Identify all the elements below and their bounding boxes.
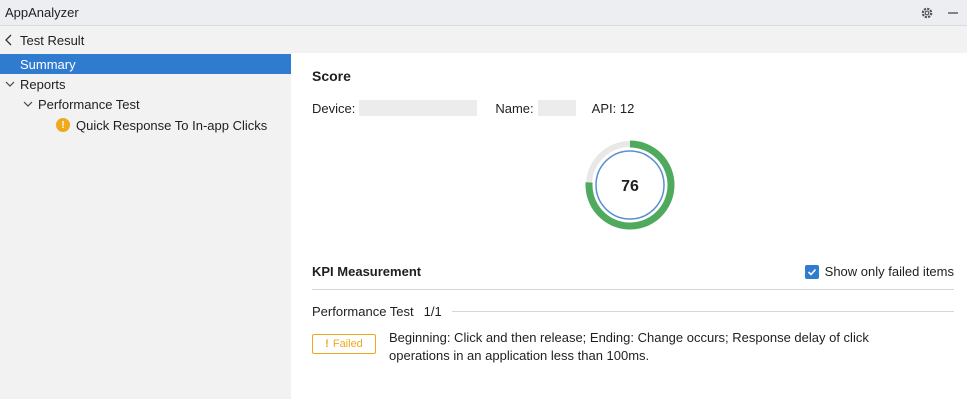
device-info-row: Device: Name: API: 12: [312, 100, 634, 116]
kpi-title: KPI Measurement: [312, 264, 422, 279]
main-panel: Score Device: Name: API: 12 76 KPI Measu…: [291, 53, 967, 399]
status-badge: ! Failed: [312, 334, 376, 354]
sidebar: Summary Reports Performance Test ! Quick…: [0, 53, 291, 399]
kpi-description: Beginning: Click and then release; Endin…: [389, 330, 869, 363]
api-label: API: 12: [591, 100, 635, 116]
back-button[interactable]: Test Result: [4, 33, 84, 48]
app-title: AppAnalyzer: [5, 5, 79, 20]
minimize-icon[interactable]: [945, 5, 961, 21]
name-label: Name:: [495, 100, 534, 116]
section-name: Performance Test: [312, 304, 414, 319]
chevron-left-icon: [5, 34, 12, 46]
divider: [312, 289, 954, 290]
sidebar-item-reports[interactable]: Reports: [4, 74, 66, 94]
section-count: 1/1: [423, 304, 442, 319]
kpi-section-row: Performance Test 1/1: [312, 304, 954, 319]
sidebar-item-label: Reports: [20, 76, 66, 92]
status-badge-label: Failed: [332, 338, 363, 350]
back-label: Test Result: [20, 32, 85, 48]
title-tools: [919, 0, 961, 26]
chevron-down-icon[interactable]: [4, 78, 16, 90]
chevron-down-icon[interactable]: [22, 98, 34, 110]
exclamation-icon: !: [325, 338, 329, 350]
show-failed-toggle[interactable]: Show only failed items: [804, 264, 954, 279]
show-failed-label: Show only failed items: [824, 264, 954, 279]
gear-icon[interactable]: [919, 5, 935, 21]
checkbox[interactable]: [804, 264, 819, 279]
device-label: Device:: [312, 100, 356, 116]
sidebar-item-label: Performance Test: [38, 96, 140, 112]
score-value: 76: [621, 178, 639, 195]
warning-icon: !: [56, 118, 70, 132]
title-bar: AppAnalyzer: [0, 0, 967, 26]
back-bar: Test Result: [0, 27, 967, 53]
sidebar-item-performance-test[interactable]: Performance Test: [22, 94, 140, 114]
sidebar-item-summary[interactable]: Summary: [0, 54, 291, 74]
device-value-redacted: [359, 100, 478, 116]
score-gauge: 76: [585, 140, 675, 230]
section-divider: [451, 311, 954, 312]
name-value-redacted: [537, 100, 576, 116]
sidebar-item-quick-response[interactable]: ! Quick Response To In-app Clicks: [56, 115, 267, 135]
score-title: Score: [312, 68, 351, 84]
check-icon: [807, 268, 816, 276]
sidebar-item-label: Summary: [20, 56, 76, 72]
sidebar-item-label: Quick Response To In-app Clicks: [76, 117, 268, 133]
